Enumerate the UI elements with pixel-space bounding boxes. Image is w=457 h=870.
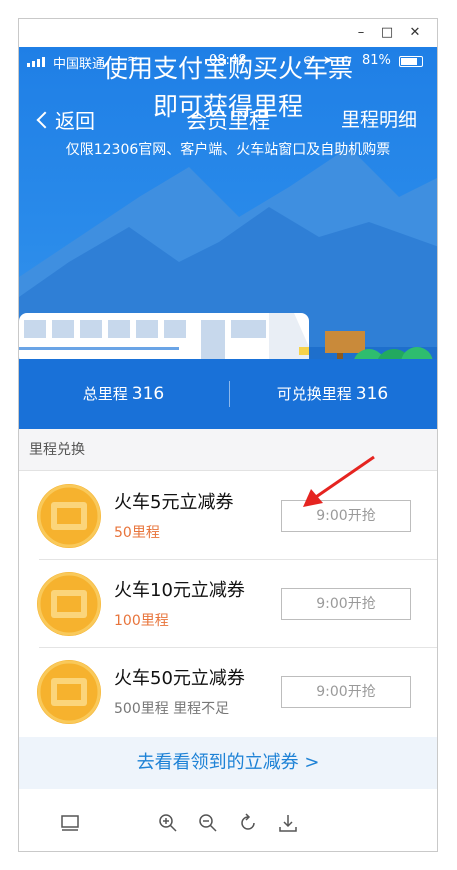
location-icon: ➤ xyxy=(323,53,334,67)
coupon-title: 火车10元立减券 xyxy=(114,580,245,601)
total-mileage: 总里程 316 xyxy=(19,383,228,404)
minimize-button[interactable]: – xyxy=(351,23,371,43)
ticket-coin-icon xyxy=(37,660,101,724)
carrier-label: 中国联通 xyxy=(53,57,106,72)
redeemable-mileage: 可兑换里程 316 xyxy=(228,383,437,404)
hero-banner: 使用支付宝购买火车票 即可获得里程 中国联通 ≈ 08:48 ⊙ ➤ ◷ 81%… xyxy=(19,47,437,397)
total-mileage-label: 总里程 xyxy=(82,385,128,403)
total-mileage-value: 316 xyxy=(131,384,165,404)
ticket-coin-icon xyxy=(37,572,101,636)
coupon-title: 火车50元立减券 xyxy=(114,668,245,689)
red-arrow-annotation xyxy=(303,455,375,507)
grab-coupon-button[interactable]: 9:00开抢 xyxy=(281,676,411,708)
lock-rotation-icon: ⊙ xyxy=(303,53,314,67)
coupon-cost: 500里程 里程不足 xyxy=(114,701,230,717)
rotate-icon[interactable] xyxy=(237,812,259,834)
zoom-in-icon[interactable] xyxy=(157,812,179,834)
coupon-title: 火车5元立减券 xyxy=(114,492,234,513)
coupon-cost: 50里程 xyxy=(114,525,160,541)
nav-bar: 返回 会员里程 里程明细 xyxy=(19,105,437,135)
close-button[interactable]: ✕ xyxy=(405,23,425,43)
viewer-toolbar xyxy=(19,794,437,851)
status-time: 08:48 xyxy=(209,53,247,68)
status-bar: 中国联通 ≈ 08:48 ⊙ ➤ ◷ 81% xyxy=(19,51,437,72)
viewer-window: – □ ✕ 使用支付宝购买火车票 即可获得里程 中国联通 ≈ 08:48 ⊙ ➤… xyxy=(18,18,438,852)
download-icon[interactable] xyxy=(277,812,299,834)
mileage-detail-link[interactable]: 里程明细 xyxy=(341,105,417,132)
mileage-stats: 总里程 316 可兑换里程 316 xyxy=(19,359,437,429)
grab-coupon-button[interactable]: 9:00开抢 xyxy=(281,588,411,620)
coupon-cost: 100里程 xyxy=(114,613,169,629)
redeemable-mileage-value: 316 xyxy=(355,384,389,404)
wifi-icon: ≈ xyxy=(127,52,138,67)
alarm-icon: ◷ xyxy=(341,53,352,67)
battery-percent: 81% xyxy=(362,53,391,68)
ticket-coin-icon xyxy=(37,484,101,548)
monitor-icon[interactable] xyxy=(59,812,81,834)
coupon-item[interactable]: 火车50元立减券 500里程 里程不足 9:00开抢 xyxy=(19,648,437,736)
redeemable-mileage-label: 可兑换里程 xyxy=(276,385,352,403)
hero-subtitle: 仅限12306官网、客户端、火车站窗口及自助机购票 xyxy=(65,142,391,158)
signal-icon xyxy=(27,57,49,67)
window-titlebar: – □ ✕ xyxy=(19,19,437,47)
zoom-out-icon[interactable] xyxy=(197,812,219,834)
view-coupons-link[interactable]: 去看看领到的立减券 > xyxy=(19,737,437,789)
battery-icon xyxy=(399,56,423,67)
maximize-button[interactable]: □ xyxy=(377,23,397,43)
coupon-item[interactable]: 火车10元立减券 100里程 9:00开抢 xyxy=(19,560,437,648)
